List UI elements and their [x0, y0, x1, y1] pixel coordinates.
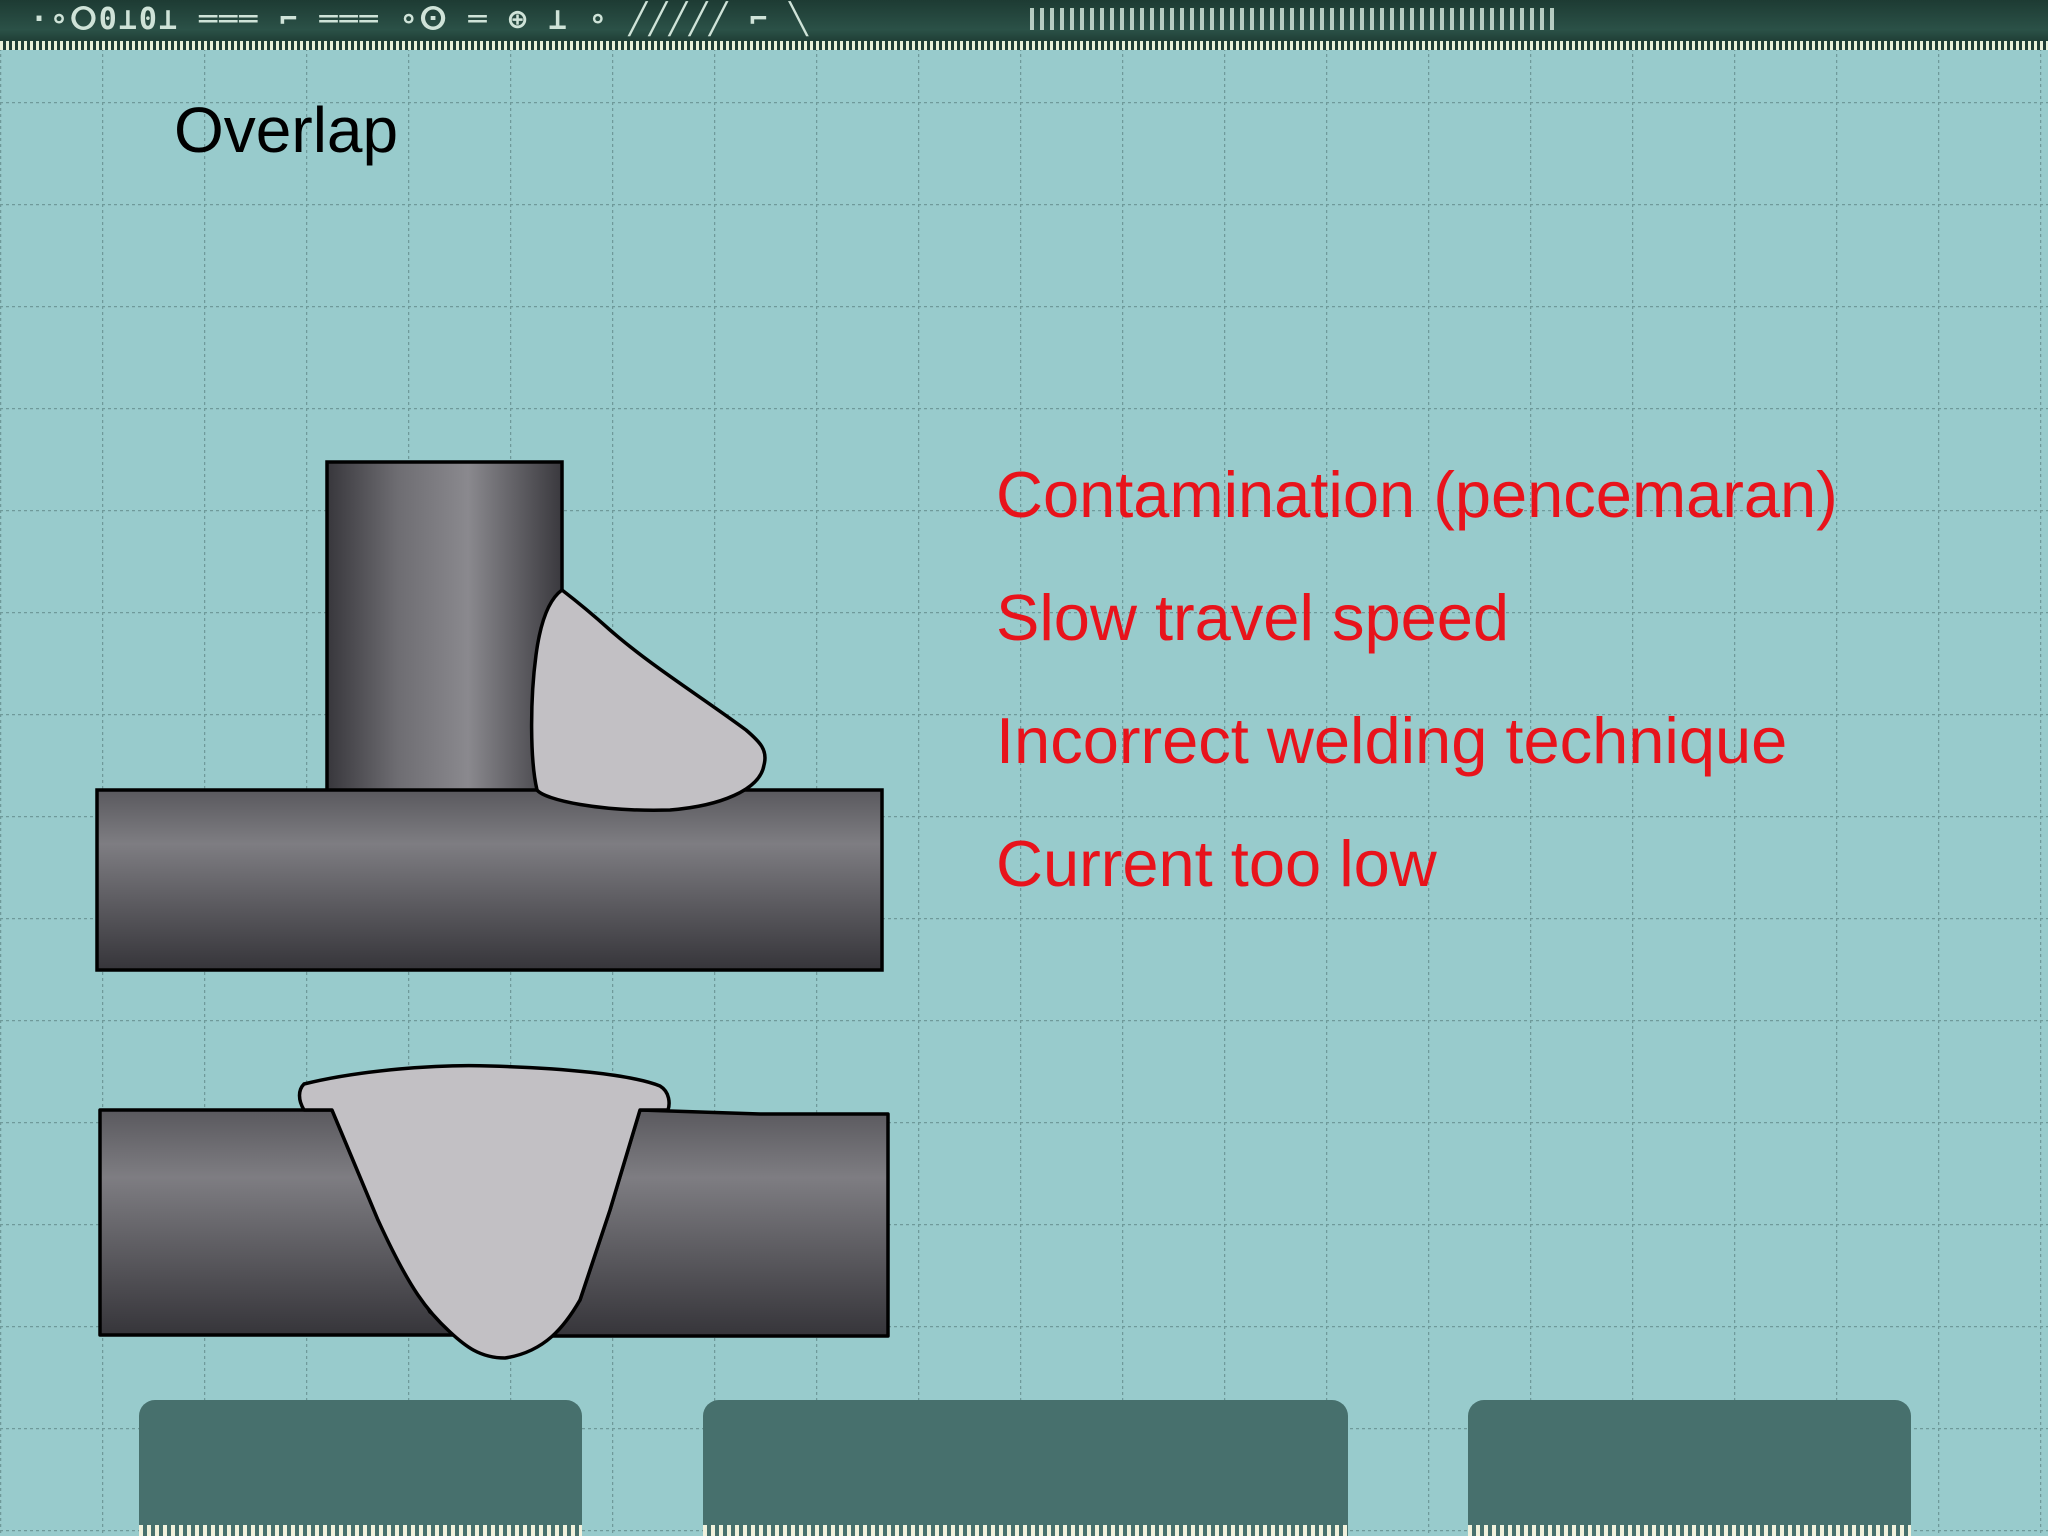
vertical-member	[325, 460, 564, 794]
circuit-contact-pad-left	[139, 1400, 582, 1536]
fillet-weld-overlap-diagram	[95, 460, 884, 972]
base-plate	[95, 788, 884, 972]
cause-item: Incorrect welding technique	[996, 704, 1788, 777]
circuit-contact-pad-right	[1468, 1400, 1911, 1536]
contact-pins	[1468, 1525, 1911, 1536]
contact-pins	[703, 1525, 1348, 1536]
cause-item: Current too low	[996, 827, 1437, 900]
overlap-causes-list: Contamination (pencemaran) Slow travel s…	[996, 433, 1838, 925]
contact-pins	[139, 1525, 582, 1536]
circuit-contact-pad-center	[703, 1400, 1348, 1536]
cause-item: Slow travel speed	[996, 581, 1510, 654]
butt-weld-overlap-diagram	[98, 1063, 890, 1360]
cause-item: Contamination (pencemaran)	[996, 458, 1838, 531]
fillet-weld-bead	[529, 588, 767, 812]
